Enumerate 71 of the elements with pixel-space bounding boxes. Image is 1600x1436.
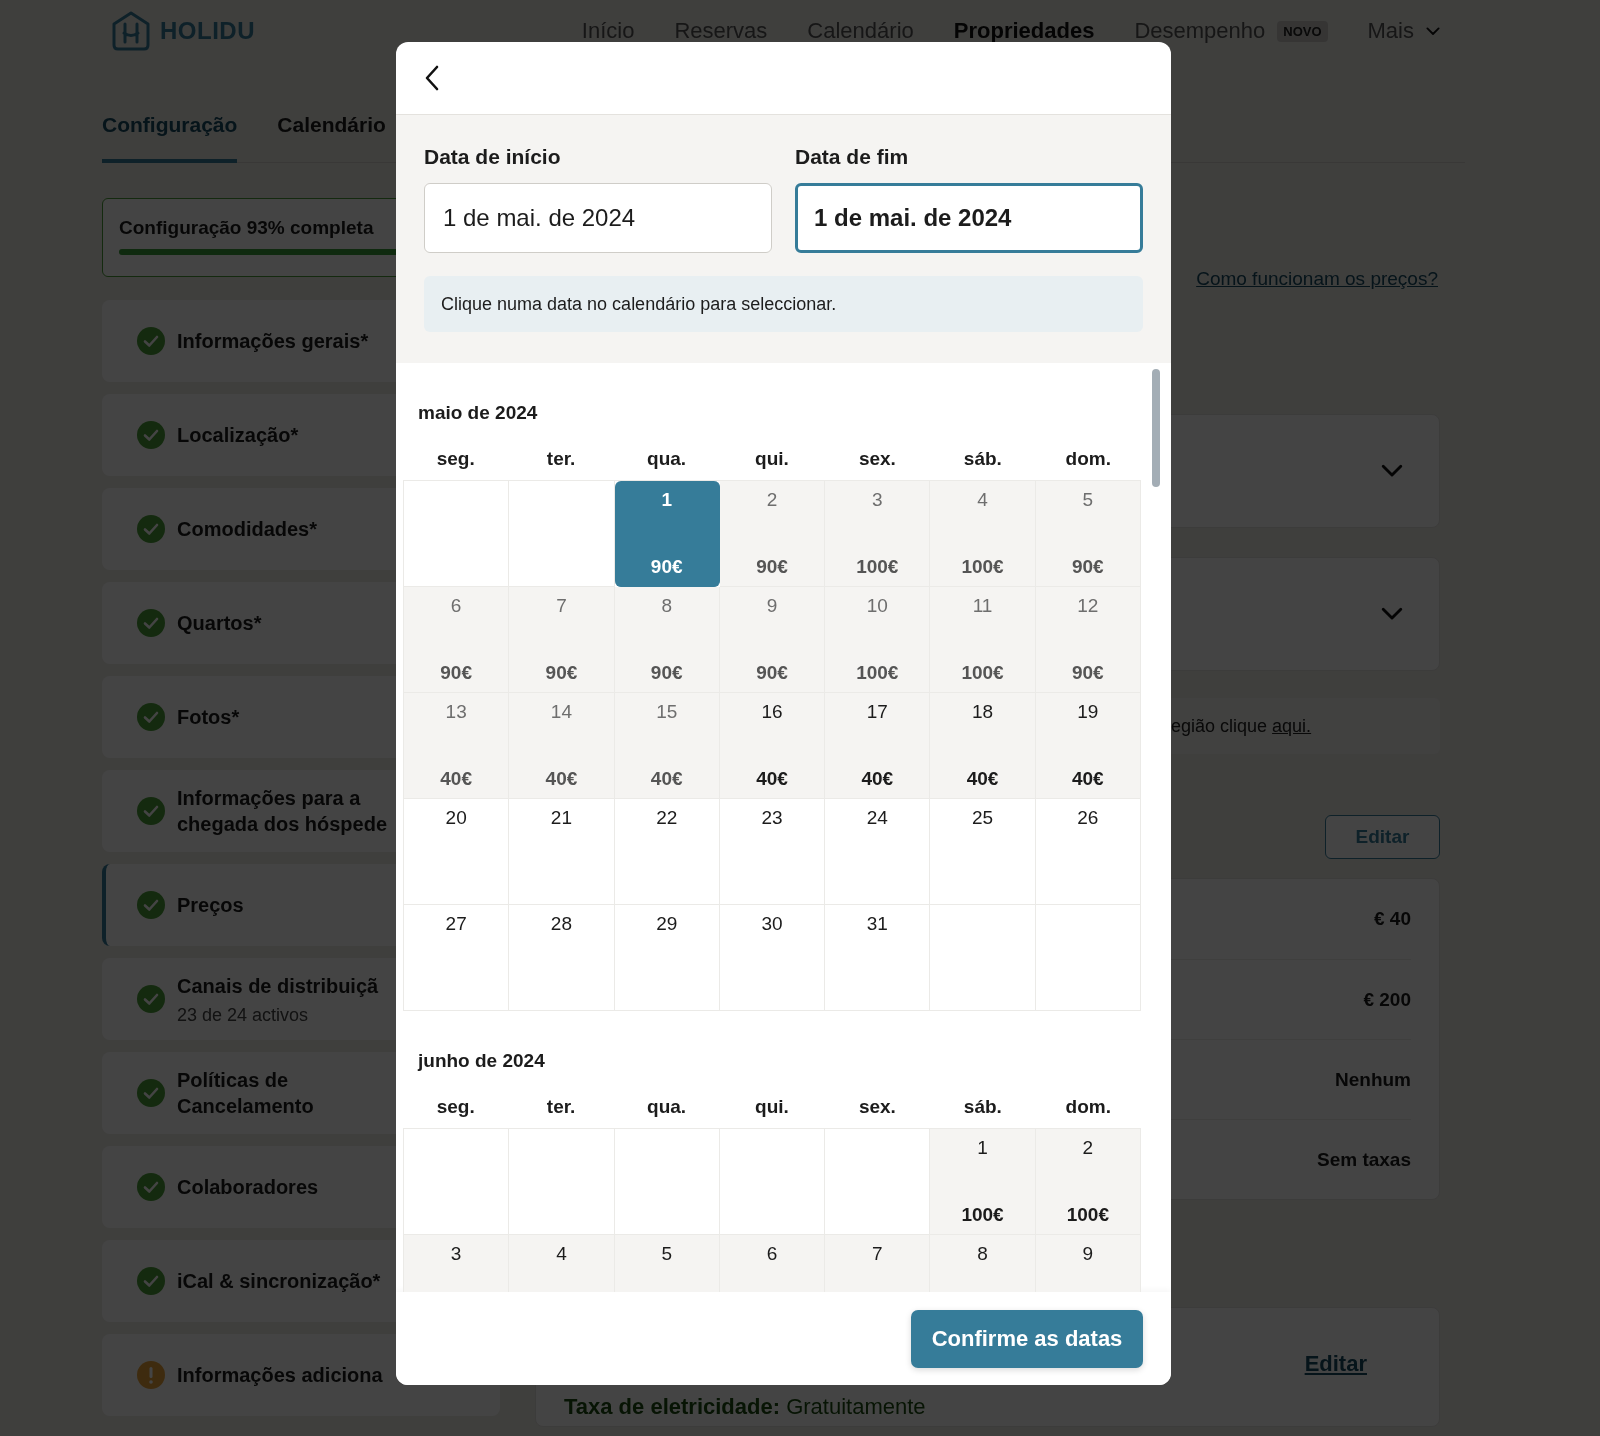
calendar-day[interactable]: 8 <box>930 1235 1036 1292</box>
calendar-day[interactable]: 20 <box>404 799 510 905</box>
calendar-day[interactable]: 18 40€ <box>930 693 1036 799</box>
calendar-day[interactable]: 7 <box>825 1235 931 1292</box>
hint-message: Clique numa data no calendário para seleccionar. <box>424 276 1143 332</box>
calendar-day[interactable]: 24 <box>825 799 931 905</box>
calendar-day[interactable]: 12 90€ <box>1035 587 1141 693</box>
month-title: junho de 2024 <box>416 1049 546 1073</box>
calendar-day[interactable]: 4 <box>509 1235 615 1292</box>
calendar-day[interactable]: 15 40€ <box>614 693 720 799</box>
calendar-day[interactable]: 9 <box>1035 1235 1141 1292</box>
calendar-day[interactable]: 4 100€ <box>930 481 1036 587</box>
calendar-day[interactable]: 22 <box>614 799 720 905</box>
month-title: maio de 2024 <box>417 401 539 425</box>
weekday-label: seg. <box>436 1096 475 1118</box>
calendar-day[interactable]: 8 90€ <box>614 587 720 693</box>
calendar-day[interactable]: 26 <box>1035 799 1141 905</box>
date-input[interactable]: 1 de mai. de 2024 <box>424 183 772 253</box>
calendar-day[interactable]: 31 <box>825 905 931 1011</box>
field-label: Data de início <box>424 145 562 169</box>
weekday-label: qua. <box>647 448 687 470</box>
calendar-day[interactable]: 9 90€ <box>719 587 826 693</box>
weekday-label: qui. <box>755 1096 789 1118</box>
weekday-label: ter. <box>546 448 576 470</box>
calendar-day[interactable]: 1 100€ <box>930 1129 1036 1235</box>
weekday-label: seg. <box>436 448 475 470</box>
calendar-day[interactable]: 2 100€ <box>1035 1129 1141 1235</box>
calendar-day[interactable]: 10 100€ <box>825 587 931 693</box>
weekday-label: sáb. <box>963 448 1002 470</box>
calendar-day[interactable]: 6 90€ <box>404 587 510 693</box>
calendar-day[interactable]: 27 <box>404 905 510 1011</box>
calendar-day[interactable]: 13 40€ <box>404 693 510 799</box>
notice-text: egião clique aqui. <box>1171 715 1312 737</box>
scrollbar-thumb[interactable] <box>1152 369 1160 487</box>
weekday-label: sex. <box>858 448 896 470</box>
fee-text: Taxa de eletricidade: Gratuitamente <box>564 1394 926 1420</box>
calendar-day[interactable]: 25 <box>930 799 1036 905</box>
calendar-day[interactable]: 6 <box>719 1235 826 1292</box>
chevron-left-icon <box>424 65 440 91</box>
field-label: Data de fim <box>795 145 910 169</box>
calendar-day[interactable]: 21 <box>509 799 615 905</box>
price-value: Sem taxas <box>1317 1148 1411 1171</box>
calendar-day[interactable]: 1 90€ <box>614 481 720 587</box>
weekday-label: sex. <box>858 1096 896 1118</box>
calendar-day[interactable]: 5 <box>614 1235 720 1292</box>
calendar-day[interactable]: 19 40€ <box>1035 693 1141 799</box>
calendar-day[interactable]: 29 <box>614 905 720 1011</box>
calendar-day[interactable]: 3 <box>404 1235 510 1292</box>
weekday-label: qua. <box>647 1096 687 1118</box>
calendar-day[interactable]: 11 100€ <box>930 587 1036 693</box>
progress-label: Configuração 93% completa <box>119 217 374 239</box>
calendar-day[interactable]: 28 <box>509 905 615 1011</box>
calendar-day[interactable]: 3 100€ <box>825 481 931 587</box>
date-input[interactable]: 1 de mai. de 2024 <box>795 183 1143 253</box>
calendar-day[interactable]: 23 <box>719 799 826 905</box>
price-value: € 200 <box>1363 988 1411 1011</box>
calendar-day[interactable]: 5 90€ <box>1035 481 1141 587</box>
calendar-day[interactable]: 16 40€ <box>719 693 826 799</box>
calendar-day[interactable]: 2 90€ <box>719 481 826 587</box>
confirm-button[interactable]: Confirme as datas <box>911 1309 1143 1368</box>
weekday-label: dom. <box>1065 448 1111 470</box>
price-value: € 40 <box>1374 908 1411 930</box>
calendar-day[interactable]: 17 40€ <box>825 693 931 799</box>
price-value: Nenhum <box>1335 1068 1411 1091</box>
calendar-day[interactable]: 7 90€ <box>509 587 615 693</box>
calendar-day[interactable]: 14 40€ <box>509 693 615 799</box>
weekday-label: ter. <box>546 1096 576 1118</box>
weekday-label: dom. <box>1065 1096 1111 1118</box>
weekday-label: sáb. <box>963 1096 1002 1118</box>
calendar-day[interactable]: 30 <box>719 905 826 1011</box>
weekday-label: qui. <box>755 448 789 470</box>
